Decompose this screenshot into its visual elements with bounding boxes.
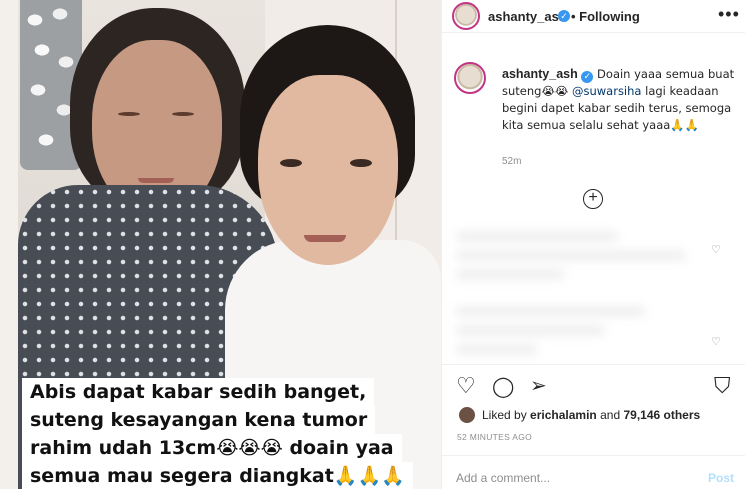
verified-badge-icon: ✓ [558,10,570,22]
share-icon[interactable]: ➢ [530,373,547,398]
mouth [304,235,346,242]
mouth [138,178,174,183]
post-header: ashanty_ash ✓ • Following ••• [442,0,745,33]
following-status[interactable]: • Following [571,9,640,24]
post-side-panel: ashanty_ash ✓ • Following ••• ashanty_as… [441,0,745,489]
eye [280,159,302,167]
comment-icon[interactable]: ◯ [492,374,514,399]
liked-by-text: Liked by erichalamin and 79,146 others [482,408,700,422]
plus-circle-icon[interactable]: + [583,189,603,209]
comment-like-icon[interactable]: ♡ [711,335,721,348]
person-right-face [258,75,398,265]
header-username[interactable]: ashanty_ash [488,9,567,24]
post-caption: ashanty_ash ✓ Doain yaaa semua buat sute… [502,66,737,134]
post-comment-button[interactable]: Post [708,471,734,485]
action-bar: ♡ ◯ ➢ ⛉ [442,364,745,409]
heart-icon[interactable]: ♡ [456,373,476,399]
background-wall [0,0,18,489]
liked-prefix: Liked by [482,408,527,422]
caption-mention-link[interactable]: @suwarsiha [572,84,641,98]
likes-count-link[interactable]: 79,146 others [623,408,700,422]
comment-bar: Add a comment... Post [442,455,745,490]
caption-username[interactable]: ashanty_ash [502,67,578,81]
photo-caption-line: rahim udah 13cm😭😭😭 doain yaa [22,434,402,462]
post-photo: Abis dapat kabar sedih banget, suteng ke… [0,0,441,489]
liked-user-link[interactable]: erichalamin [530,408,597,422]
photo-caption-line: semua mau segera diangkat🙏🙏🙏 [22,462,413,489]
caption-time: 52m [502,156,522,167]
comment-like-icon[interactable]: ♡ [711,243,721,256]
bookmark-icon[interactable]: ⛉ [714,373,731,399]
liked-by-avatar[interactable] [459,407,475,423]
eye [118,112,140,116]
profile-avatar[interactable] [452,2,480,30]
liked-middle: and [600,408,621,422]
caption-avatar[interactable] [454,62,486,94]
verified-badge-icon: ✓ [581,71,594,83]
photo-caption-line: suteng kesayangan kena tumor [22,406,376,434]
eye [350,159,372,167]
comment-input[interactable]: Add a comment... [456,471,550,485]
more-options-icon[interactable]: ••• [718,4,740,25]
photo-caption-line: Abis dapat kabar sedih banget, [22,378,375,406]
blurred-comments [456,222,726,354]
post-timestamp: 52 MINUTES AGO [457,432,533,442]
eye [172,112,194,116]
